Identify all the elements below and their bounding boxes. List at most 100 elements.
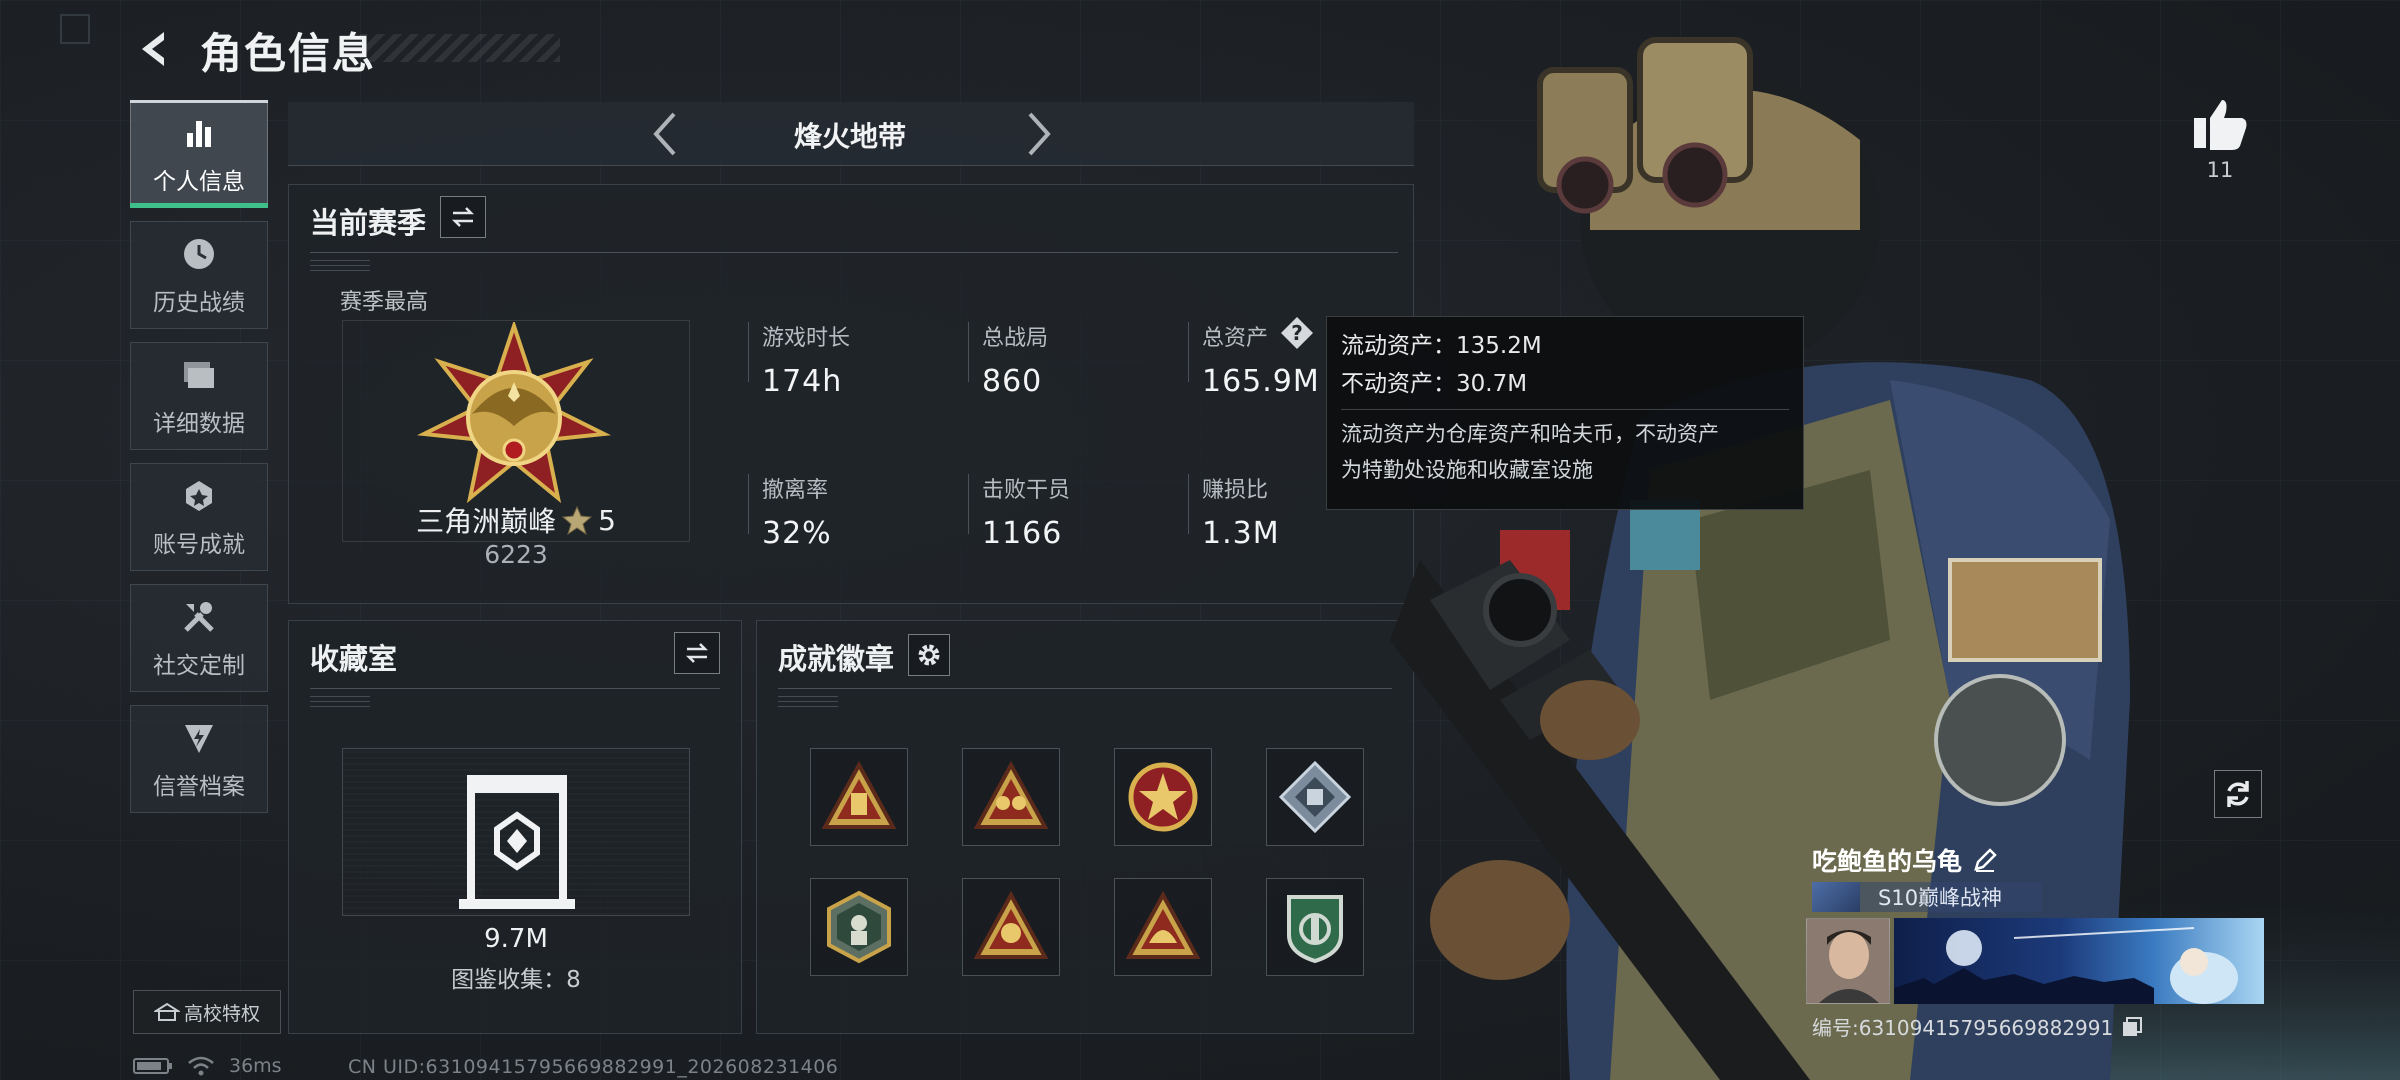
achievement-badge-5[interactable] xyxy=(810,878,908,976)
decorative-lines xyxy=(778,696,838,710)
season-panel-title: 当前赛季 xyxy=(310,206,427,240)
sidebar-item-achievements[interactable]: 账号成就 xyxy=(130,463,268,571)
battery-icon xyxy=(133,1058,172,1074)
stat-label: 总战局 xyxy=(982,326,1049,351)
achievement-badge-7[interactable] xyxy=(1114,878,1212,976)
refresh-button[interactable] xyxy=(2214,770,2262,818)
sidebar-item-label: 社交定制 xyxy=(153,653,245,679)
next-mode-button[interactable] xyxy=(1018,108,1058,160)
player-id: 编号:631094157956698829​91 xyxy=(1812,1016,2114,1040)
chevron-left-icon xyxy=(653,112,676,156)
banner-artwork xyxy=(1894,927,2238,1004)
title-decoration xyxy=(360,34,560,62)
achievement-badge-1[interactable] xyxy=(810,748,908,846)
assets-help-button[interactable]: ? xyxy=(1280,316,1314,350)
achievement-badge-8[interactable] xyxy=(1266,878,1364,976)
like-button[interactable] xyxy=(2190,96,2250,152)
profile-banner[interactable] xyxy=(1894,918,2264,1004)
prev-mode-button[interactable] xyxy=(646,108,686,160)
rank-name: 三角洲巅峰 xyxy=(416,505,557,538)
badge-settings-button[interactable] xyxy=(908,634,950,676)
sidebar-item-history[interactable]: 历史战绩 xyxy=(130,221,268,329)
copy-icon[interactable] xyxy=(2121,1016,2143,1038)
tooltip-desc-line-1: 流动资产为仓库资产和哈夫币，不动资产 xyxy=(1341,422,1719,446)
collection-switch-button[interactable] xyxy=(674,632,720,674)
player-name-row: 吃鲍鱼的乌龟 xyxy=(1812,842,1998,878)
season-title-icon xyxy=(1812,882,1860,912)
badge-3-icon xyxy=(1128,762,1198,832)
stat-play-time: 游戏时长 174h xyxy=(762,320,952,399)
gear-icon xyxy=(918,644,940,666)
stat-divider xyxy=(748,474,749,534)
stat-kills: 击败干员 1166 xyxy=(982,472,1172,551)
back-arrow-icon xyxy=(142,32,164,66)
achievement-badge-2[interactable] xyxy=(962,748,1060,846)
stat-label: 撤离率 xyxy=(762,478,829,503)
question-icon: ? xyxy=(1281,317,1313,349)
stat-divider xyxy=(748,322,749,382)
rank-score: 6223 xyxy=(484,540,548,569)
mode-name: 烽火地带 xyxy=(793,120,906,153)
collection-value: 9.7M xyxy=(484,924,548,954)
decorative-lines xyxy=(310,260,370,274)
star-icon xyxy=(562,505,593,535)
sidebar-item-label: 信誉档案 xyxy=(153,774,245,800)
bar-chart-icon xyxy=(178,112,220,154)
stat-label: 击败干员 xyxy=(982,478,1071,503)
tooltip-divider xyxy=(1341,409,1789,410)
rank-stars: 5 xyxy=(598,503,616,537)
collection-vault[interactable] xyxy=(342,748,690,916)
tooltip-desc-line-2: 为特勤处设施和收藏室设施 xyxy=(1341,458,1593,482)
like-count: 11 xyxy=(2206,158,2234,182)
stat-divider xyxy=(1188,474,1189,534)
badge-panel-title: 成就徽章 xyxy=(778,642,895,676)
avatar-portrait xyxy=(1807,919,1889,1003)
avatar[interactable] xyxy=(1806,918,1890,1004)
sidebar-item-label: 历史战绩 xyxy=(153,290,245,316)
shield-icon xyxy=(178,717,220,759)
assets-tooltip: 流动资产：135.2M 不动资产：30.7M 流动资产为仓库资产和哈夫币，不动资… xyxy=(1326,316,1804,510)
corner-decoration xyxy=(60,14,90,44)
badge-6-icon xyxy=(973,890,1049,959)
player-id-row: 编号:631094157956698829​91 xyxy=(1812,1012,2143,1041)
player-name: 吃鲍鱼的乌龟 xyxy=(1812,847,1963,876)
rank-name-row: 三角洲巅峰 5 xyxy=(342,500,690,540)
thumbs-up-icon xyxy=(2194,100,2247,150)
campus-label: 高校特权 xyxy=(183,1002,260,1025)
divider xyxy=(310,688,720,689)
sidebar: 个人信息 历史战绩 详细数据 账号成就 社交定制 信誉档案 xyxy=(130,100,270,826)
badge-1-icon xyxy=(821,760,897,829)
season-switch-button[interactable] xyxy=(440,196,486,238)
achievement-badge-3[interactable] xyxy=(1114,748,1212,846)
ping-value: 36ms xyxy=(229,1055,282,1077)
vault-display-icon xyxy=(459,775,575,909)
swap-icon xyxy=(451,207,475,227)
collection-count: 图鉴收集：8 xyxy=(451,967,581,993)
sidebar-item-credit[interactable]: 信誉档案 xyxy=(130,705,268,813)
stat-value: 174h xyxy=(762,364,843,399)
stat-label: 游戏时长 xyxy=(762,326,851,351)
achievement-icon xyxy=(178,475,220,517)
achievement-badge-4[interactable] xyxy=(1266,748,1364,846)
campus-privilege-button[interactable]: 高校特权 xyxy=(133,990,281,1034)
tooltip-fixed-assets: 不动资产：30.7M xyxy=(1341,371,1528,397)
svg-text:?: ? xyxy=(1291,321,1303,345)
decorative-lines xyxy=(310,696,370,710)
sidebar-item-social[interactable]: 社交定制 xyxy=(130,584,268,692)
edit-icon[interactable] xyxy=(1972,847,1998,873)
season-best-label: 赛季最高 xyxy=(340,290,429,315)
rank-medal-icon xyxy=(416,319,612,506)
back-button[interactable] xyxy=(130,24,180,74)
sidebar-item-label: 个人信息 xyxy=(153,169,245,195)
sidebar-item-detailed-data[interactable]: 详细数据 xyxy=(130,342,268,450)
uid-line: CN UID:631094157956698829​91_20260823140… xyxy=(348,1056,839,1078)
stat-divider xyxy=(1188,322,1189,382)
sidebar-item-personal-info[interactable]: 个人信息 xyxy=(130,100,268,208)
badge-4-icon xyxy=(1278,760,1352,834)
stat-extraction-rate: 撤离率 32% xyxy=(762,472,952,551)
achievement-badge-6[interactable] xyxy=(962,878,1060,976)
sidebar-item-label: 详细数据 xyxy=(153,411,245,437)
season-title-tag: S10巅峰战神 xyxy=(1812,882,2042,912)
divider xyxy=(778,688,1392,689)
stat-value: 1166 xyxy=(982,516,1063,551)
